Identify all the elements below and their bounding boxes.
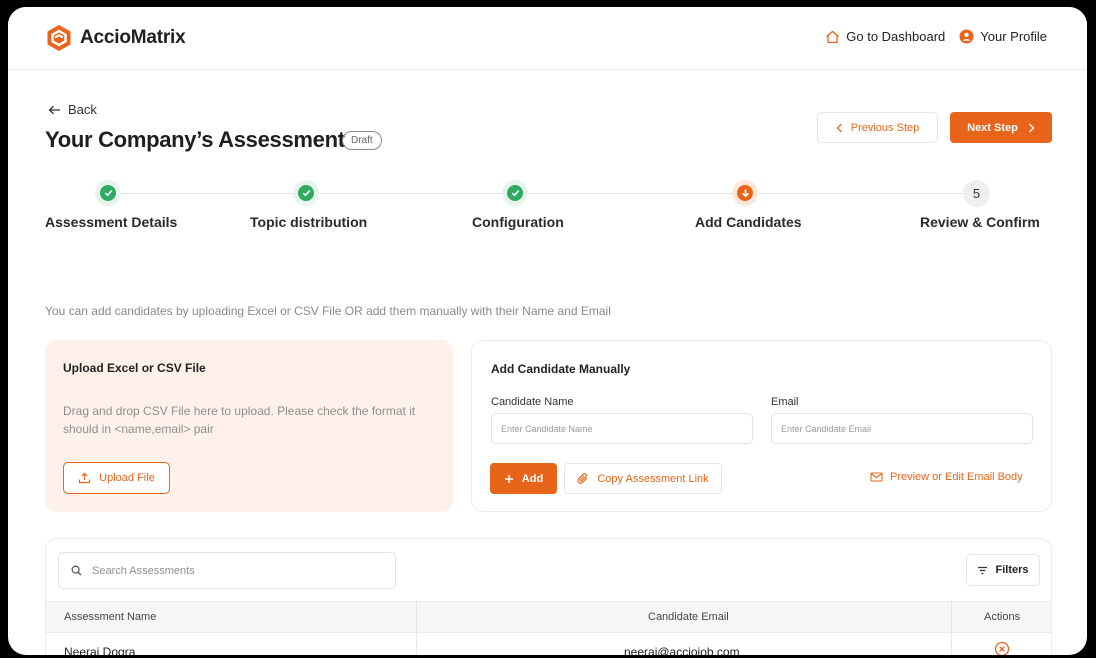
- table-row: Neeraj Dogra neeraj@acciojob.com: [46, 633, 1051, 655]
- app-window: AccioMatrix Go to Dashboard Your Profile: [8, 7, 1087, 655]
- remove-candidate-icon[interactable]: [994, 641, 1010, 655]
- upload-file-button[interactable]: Upload File: [63, 462, 170, 494]
- previous-step-label: Previous Step: [850, 121, 920, 134]
- next-step-button[interactable]: Next Step: [950, 112, 1052, 143]
- add-candidate-button[interactable]: Add: [490, 463, 557, 494]
- step-label-configuration[interactable]: Configuration: [472, 214, 564, 230]
- search-input[interactable]: [92, 564, 372, 577]
- search-icon: [71, 565, 82, 576]
- manual-card-title: Add Candidate Manually: [491, 362, 631, 376]
- chevron-left-icon: [836, 123, 842, 132]
- check-icon: [298, 185, 314, 201]
- add-candidate-manually-card: Add Candidate Manually Candidate Name Em…: [471, 340, 1052, 512]
- cell-candidate-name: Neeraj Dogra: [64, 645, 136, 655]
- copy-assessment-link-button[interactable]: Copy Assessment Link: [564, 463, 722, 494]
- column-header-assessment-name[interactable]: Assessment Name: [64, 602, 156, 633]
- filter-icon: [978, 566, 988, 574]
- cell-candidate-email: neeraj@acciojob.com: [624, 645, 740, 655]
- paperclip-icon: [577, 473, 588, 484]
- status-badge: Draft: [342, 131, 382, 150]
- add-label: Add: [521, 472, 544, 485]
- go-to-dashboard-label: Go to Dashboard: [846, 29, 946, 44]
- copy-assessment-link-label: Copy Assessment Link: [597, 472, 709, 485]
- chevron-right-icon: [1028, 123, 1035, 132]
- your-profile-label: Your Profile: [980, 29, 1047, 44]
- email-label: Email: [771, 396, 799, 408]
- your-profile-link[interactable]: Your Profile: [959, 29, 1047, 44]
- candidate-name-input[interactable]: [491, 413, 753, 444]
- column-header-candidate-email[interactable]: Candidate Email: [648, 602, 729, 633]
- back-link[interactable]: Back: [48, 102, 97, 117]
- arrow-left-icon: [48, 105, 60, 114]
- next-step-label: Next Step: [967, 121, 1018, 134]
- candidates-table-card: Filters Assessment Name Candidate Email …: [45, 538, 1052, 655]
- preview-email-body-label: Preview or Edit Email Body: [890, 471, 1023, 483]
- mail-icon: [870, 472, 883, 482]
- search-box[interactable]: [58, 552, 396, 589]
- user-circle-icon: [959, 29, 974, 44]
- step-5-number: 5: [963, 180, 990, 207]
- upload-card-title: Upload Excel or CSV File: [63, 361, 206, 375]
- brand-name: AccioMatrix: [80, 27, 186, 48]
- previous-step-button[interactable]: Previous Step: [817, 112, 938, 143]
- candidate-name-label: Candidate Name: [491, 396, 574, 408]
- accio-logo-icon: [47, 25, 71, 51]
- page-title: Your Company’s Assessment: [45, 127, 345, 152]
- stepper-track: [109, 193, 976, 194]
- arrow-down-icon: [737, 185, 753, 201]
- filters-button[interactable]: Filters: [966, 554, 1040, 586]
- home-icon: [826, 30, 840, 43]
- instructions-text: You can add candidates by uploading Exce…: [45, 304, 611, 318]
- upload-file-card[interactable]: Upload Excel or CSV File Drag and drop C…: [45, 340, 453, 512]
- candidate-email-input[interactable]: [771, 413, 1033, 444]
- upload-description: Drag and drop CSV File here to upload. P…: [63, 404, 416, 436]
- preview-email-body-link[interactable]: Preview or Edit Email Body: [870, 471, 1023, 483]
- brand-logo[interactable]: AccioMatrix: [46, 24, 186, 52]
- go-to-dashboard-link[interactable]: Go to Dashboard: [825, 29, 945, 44]
- table-header: Assessment Name Candidate Email Actions: [46, 601, 1051, 633]
- upload-icon: [79, 472, 91, 484]
- upload-file-label: Upload File: [99, 472, 155, 484]
- top-navbar: AccioMatrix Go to Dashboard Your Profile: [8, 7, 1087, 70]
- back-label: Back: [68, 102, 97, 117]
- step-label-review-confirm[interactable]: Review & Confirm: [920, 214, 1040, 230]
- plus-icon: [504, 474, 513, 483]
- step-label-topic-distribution[interactable]: Topic distribution: [250, 214, 367, 230]
- filters-label: Filters: [995, 564, 1029, 576]
- step-label-assessment-details[interactable]: Assessment Details: [45, 214, 177, 230]
- check-icon: [100, 185, 116, 201]
- step-label-add-candidates[interactable]: Add Candidates: [695, 214, 802, 230]
- column-header-actions: Actions: [984, 611, 1021, 623]
- check-icon: [507, 185, 523, 201]
